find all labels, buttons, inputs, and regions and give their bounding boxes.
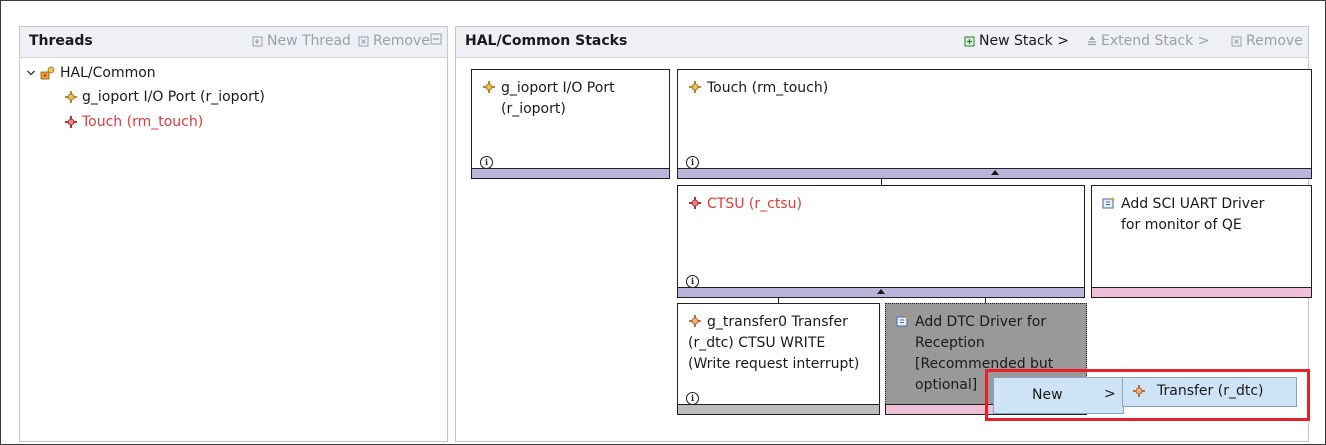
module-name-line2: Reception bbox=[915, 335, 985, 351]
tree-item-label: Touch (rm_touch) bbox=[82, 114, 204, 130]
tree-item-touch[interactable]: Touch (rm_touch) bbox=[64, 114, 203, 130]
thread-tree: HAL/Common g_ioport I/O Port (r_ioport) … bbox=[20, 58, 447, 441]
extend-stack-icon bbox=[1088, 36, 1096, 46]
module-icon bbox=[483, 81, 495, 93]
stacks-title: HAL/Common Stacks bbox=[465, 33, 628, 49]
module-name-line2: (r_ioport) bbox=[501, 101, 566, 117]
module-name-line2: (r_dtc) CTSU WRITE bbox=[688, 335, 826, 351]
module-name-line3: [Recommended but bbox=[915, 356, 1054, 372]
module-name-line1: g_ioport I/O Port bbox=[501, 80, 615, 96]
module-label: CTSU (r_ctsu) bbox=[688, 194, 802, 215]
module-icon bbox=[65, 91, 77, 103]
extend-stack-button[interactable]: Extend Stack > bbox=[1086, 33, 1209, 49]
hal-folder-icon bbox=[40, 66, 55, 80]
module-name-line3: (Write request interrupt) bbox=[688, 356, 860, 372]
module-icon bbox=[689, 197, 701, 209]
tree-item-ioport[interactable]: g_ioport I/O Port (r_ioport) bbox=[64, 89, 265, 105]
window: Threads New Thread Remove HAL/Common g_i… bbox=[0, 0, 1326, 445]
module-label: Touch (rm_touch) bbox=[688, 78, 828, 99]
collapse-caret-icon[interactable] bbox=[990, 170, 999, 175]
module-ioport[interactable]: g_ioport I/O Port (r_ioport) i bbox=[471, 69, 670, 179]
module-label: g_transfer0 Transfer (r_dtc) CTSU WRITE … bbox=[688, 312, 859, 375]
add-module-icon bbox=[896, 315, 909, 327]
remove-icon bbox=[1231, 36, 1242, 47]
module-status-bar bbox=[677, 404, 880, 415]
module-label: g_ioport I/O Port (r_ioport) bbox=[482, 78, 615, 120]
module-status-bar bbox=[1091, 287, 1312, 298]
submenu-arrow-icon: > bbox=[1104, 386, 1116, 402]
module-add-sci-uart[interactable]: Add SCI UART Driver for monitor of QE bbox=[1091, 185, 1312, 298]
remove-stack-button[interactable]: Remove bbox=[1231, 33, 1303, 49]
remove-icon bbox=[358, 36, 369, 47]
module-name-line1: g_transfer0 Transfer bbox=[707, 314, 848, 330]
module-status-bar bbox=[677, 287, 1085, 298]
module-status-bar bbox=[471, 168, 670, 179]
tree-item-label: g_ioport I/O Port (r_ioport) bbox=[82, 89, 265, 105]
collapse-caret-icon[interactable] bbox=[877, 289, 885, 294]
new-thread-icon bbox=[252, 36, 263, 47]
tree-item-label: HAL/Common bbox=[60, 65, 156, 81]
add-module-icon bbox=[1102, 197, 1115, 209]
new-stack-label: New Stack > bbox=[979, 33, 1069, 49]
module-icon bbox=[65, 116, 77, 128]
remove-stack-label: Remove bbox=[1246, 33, 1303, 49]
collapse-all-button[interactable] bbox=[430, 33, 442, 45]
module-transfer[interactable]: g_transfer0 Transfer (r_dtc) CTSU WRITE … bbox=[677, 303, 880, 415]
remove-thread-label: Remove bbox=[373, 33, 430, 49]
collapse-all-icon bbox=[430, 33, 442, 45]
new-stack-icon bbox=[964, 36, 975, 47]
new-thread-label: New Thread bbox=[267, 33, 351, 49]
tree-item-hal-common[interactable]: HAL/Common bbox=[26, 65, 156, 81]
module-status-bar bbox=[677, 168, 1312, 179]
context-menu: New > bbox=[993, 377, 1124, 414]
module-icon bbox=[689, 81, 701, 93]
module-name-line2: for monitor of QE bbox=[1121, 217, 1242, 233]
module-touch[interactable]: Touch (rm_touch) i bbox=[677, 69, 1312, 179]
module-ctsu[interactable]: CTSU (r_ctsu) i bbox=[677, 185, 1085, 298]
new-thread-button[interactable]: New Thread bbox=[252, 33, 351, 49]
remove-thread-button[interactable]: Remove bbox=[358, 33, 430, 49]
threads-title: Threads bbox=[29, 33, 93, 49]
threads-panel: Threads New Thread Remove HAL/Common g_i… bbox=[19, 26, 448, 442]
transfer-module-icon bbox=[1133, 385, 1145, 397]
submenu: Transfer (r_dtc) bbox=[1122, 377, 1297, 407]
module-label: Add SCI UART Driver for monitor of QE bbox=[1102, 194, 1264, 236]
menu-item-transfer-dtc[interactable]: Transfer (r_dtc) bbox=[1157, 383, 1264, 399]
stacks-panel-header: HAL/Common Stacks New Stack > Extend Sta… bbox=[456, 27, 1308, 58]
module-name-line1: CTSU (r_ctsu) bbox=[707, 196, 802, 212]
threads-panel-header: Threads New Thread Remove bbox=[20, 27, 447, 58]
module-name-line1: Add SCI UART Driver bbox=[1121, 196, 1265, 212]
menu-item-new[interactable]: New bbox=[1032, 387, 1063, 403]
extend-stack-label: Extend Stack > bbox=[1101, 33, 1210, 49]
module-icon bbox=[689, 315, 701, 327]
module-name-line1: Touch (rm_touch) bbox=[707, 80, 829, 96]
new-stack-button[interactable]: New Stack > bbox=[964, 33, 1069, 49]
chevron-down-icon[interactable] bbox=[26, 68, 36, 78]
module-name-line1: Add DTC Driver for bbox=[915, 314, 1047, 330]
